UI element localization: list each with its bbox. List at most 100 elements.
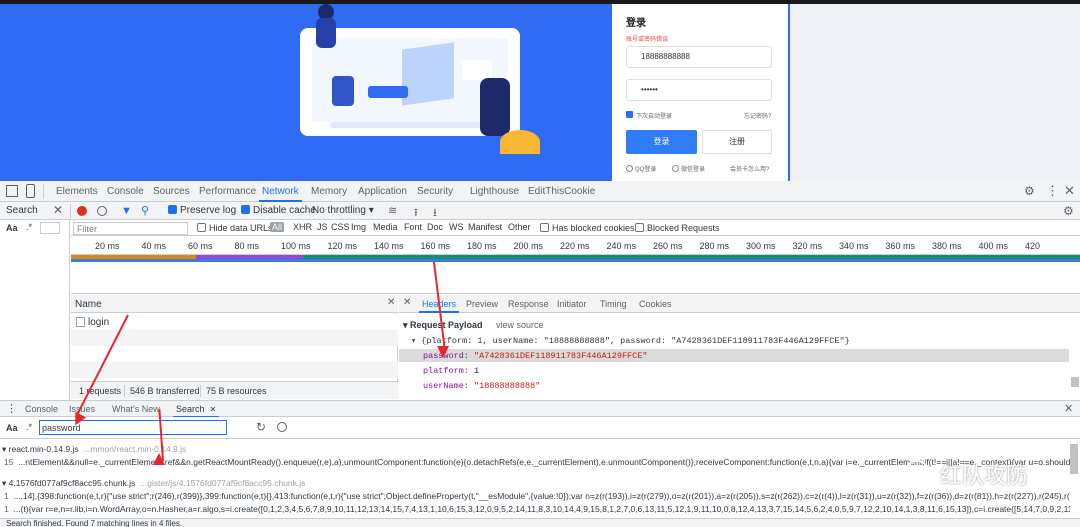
result-line[interactable]: 1 ...(t){var r=e,n=r.lib,i=n.WordArray,o… <box>4 504 1070 516</box>
clear-icon[interactable] <box>97 206 107 216</box>
more-options-icon[interactable]: ⋮ <box>1046 183 1059 199</box>
filter-type-img[interactable]: Img <box>351 222 366 232</box>
inspect-element-icon[interactable] <box>6 185 18 197</box>
detail-tab-initiator[interactable]: Initiator <box>557 295 587 313</box>
hide-data-urls-checkbox[interactable]: Hide data URLs <box>197 223 273 233</box>
record-icon[interactable] <box>77 206 87 216</box>
throttling-select[interactable]: No throttling ▾ <box>312 205 374 216</box>
close-search-tab-icon[interactable]: ✕ <box>210 405 217 414</box>
tab-performance[interactable]: Performance <box>199 181 256 202</box>
detail-tab-bar: ✕ HeadersPreviewResponseInitiatorTimingC… <box>399 295 1080 313</box>
payload-field-platform[interactable]: platform: 1 <box>423 366 479 376</box>
refresh-search-icon[interactable]: ↻ <box>256 420 266 434</box>
blocked-requests-checkbox[interactable]: Blocked Requests <box>635 223 720 233</box>
preserve-log-label: Preserve log <box>180 205 237 216</box>
password-input[interactable]: •••••• <box>626 79 772 101</box>
filter-type-font[interactable]: Font <box>404 222 422 232</box>
network-conditions-icon[interactable]: ≋ <box>388 204 397 217</box>
preserve-log-checkbox[interactable]: Preserve log <box>168 205 236 216</box>
qq-login-link[interactable]: QQ登录 <box>626 164 656 173</box>
watermark-text: 红队攻防 <box>940 464 1029 489</box>
tab-elements[interactable]: Elements <box>56 181 98 202</box>
close-search-icon[interactable]: ✕ <box>53 203 63 217</box>
side-search-input[interactable] <box>40 222 60 234</box>
result-line-number: 1 <box>4 491 9 501</box>
member-card-link[interactable]: 会员卡怎么用? <box>730 164 769 173</box>
network-settings-gear-icon[interactable]: ⚙ <box>1063 204 1074 218</box>
payload-field-password[interactable]: password: "A7428361DEF118911783F446A129F… <box>423 351 647 361</box>
result-file-header[interactable]: ▾ 4.1576fd077af9cf8acc95.chunk.js ...gis… <box>2 478 305 490</box>
filter-type-js[interactable]: JS <box>317 222 328 232</box>
drawer-tab-bar: ⋮ Console Issues What's New Search ✕ ✕ <box>0 400 1080 418</box>
drawer-match-case-toggle[interactable]: Aa <box>6 423 18 433</box>
payload-summary-line[interactable]: ▾ {platform: 1, userName: "18888888888",… <box>411 336 850 346</box>
filter-type-media[interactable]: Media <box>373 222 398 232</box>
close-detail-icon[interactable]: ✕ <box>387 297 395 308</box>
tab-sources[interactable]: Sources <box>153 181 190 202</box>
timeline-tick-label: 360 ms <box>885 241 916 251</box>
detail-tab-timing[interactable]: Timing <box>600 295 627 313</box>
search-panel-title: Search <box>6 205 38 216</box>
figure-body-icon <box>316 18 336 48</box>
detail-tab-preview[interactable]: Preview <box>466 295 498 313</box>
login-button[interactable]: 登录 <box>626 130 697 154</box>
timeline-tick-label: 240 ms <box>606 241 637 251</box>
drawer-tab-console[interactable]: Console <box>25 401 58 418</box>
filter-type-xhr[interactable]: XHR <box>293 222 312 232</box>
tab-application[interactable]: Application <box>358 181 407 202</box>
detail-tab-response[interactable]: Response <box>508 295 549 313</box>
timeline-tick-label: 420 <box>1025 241 1041 251</box>
timeline-ticks: 20 ms 40 ms 60 ms 80 ms 100 ms 120 ms 140 ms 16… <box>71 241 1080 253</box>
search-icon[interactable]: ⚲ <box>141 204 149 217</box>
results-scrollbar[interactable] <box>1070 444 1078 474</box>
qq-login-label: QQ登录 <box>635 167 657 173</box>
close-detail-panel-icon[interactable]: ✕ <box>403 297 411 308</box>
wechat-login-link[interactable]: 微信登录 <box>672 164 705 173</box>
payload-field-userName[interactable]: userName: "18888888888" <box>423 381 540 391</box>
payload-summary-text: {platform: 1, userName: "18888888888", p… <box>421 336 850 346</box>
filter-type-ws[interactable]: WS <box>449 222 464 232</box>
detail-tab-cookies[interactable]: Cookies <box>639 295 672 313</box>
forgot-password-link[interactable]: 忘记密码? <box>744 111 771 120</box>
tab-security[interactable]: Security <box>417 181 453 202</box>
drawer-regex-toggle[interactable]: .* <box>26 422 32 432</box>
view-source-link[interactable]: view source <box>496 320 544 330</box>
drawer-tab-search[interactable]: Search ✕ <box>172 401 220 418</box>
filter-input[interactable]: Filter <box>73 222 188 235</box>
match-case-toggle[interactable]: Aa <box>6 223 18 233</box>
name-column-header[interactable]: Name <box>75 299 102 310</box>
timeline-tick-label: 300 ms <box>746 241 776 251</box>
tab-lighthouse[interactable]: Lighthouse <box>470 181 519 202</box>
disable-cache-checkbox[interactable]: Disable cache <box>241 205 316 216</box>
search-query-input[interactable]: password <box>39 420 227 435</box>
auto-login-checkbox[interactable] <box>626 111 633 118</box>
network-overview-timeline[interactable]: 20 ms 40 ms 60 ms 80 ms 100 ms 120 ms 140 ms 16… <box>71 237 1080 294</box>
settings-gear-icon[interactable]: ⚙ <box>1024 185 1036 197</box>
tab-editthiscookie[interactable]: EditThisCookie <box>528 181 595 202</box>
tab-memory[interactable]: Memory <box>311 181 347 202</box>
close-devtools-icon[interactable]: ✕ <box>1064 183 1075 199</box>
phone-input[interactable]: 18888888888 <box>626 46 772 68</box>
filter-icon[interactable]: ▼ <box>121 205 132 217</box>
detail-scrollbar[interactable] <box>1071 377 1079 387</box>
close-drawer-icon[interactable]: ✕ <box>1064 402 1073 415</box>
drawer-menu-icon[interactable]: ⋮ <box>6 402 17 415</box>
search-side-panel: Aa .* <box>0 220 70 400</box>
drawer-tab-what-s-new[interactable]: What's New <box>112 401 160 418</box>
network-filter-bar: Filter Hide data URLs All XHR JS CSS Img Medi… <box>71 220 1080 236</box>
device-toolbar-icon[interactable] <box>26 184 35 198</box>
clear-search-icon[interactable] <box>277 422 287 432</box>
page-right-panel <box>790 4 1080 181</box>
tab-console[interactable]: Console <box>107 181 144 202</box>
filter-type-all[interactable]: All <box>270 222 285 232</box>
result-line[interactable]: 1 ...,14],{398:function(e,t,r){"use stri… <box>4 491 1070 503</box>
filter-type-other[interactable]: Other <box>508 222 531 232</box>
filter-type-doc[interactable]: Doc <box>427 222 443 232</box>
tab-network[interactable]: Network <box>259 181 302 202</box>
regex-toggle[interactable]: .* <box>26 222 32 232</box>
timeline-tick-label: 80 ms <box>234 241 260 251</box>
filter-type-css[interactable]: CSS <box>331 222 350 232</box>
filter-type-manifest[interactable]: Manifest <box>468 222 502 232</box>
register-button[interactable]: 注册 <box>702 130 772 154</box>
has-blocked-cookies-checkbox[interactable]: Has blocked cookies <box>540 223 635 233</box>
